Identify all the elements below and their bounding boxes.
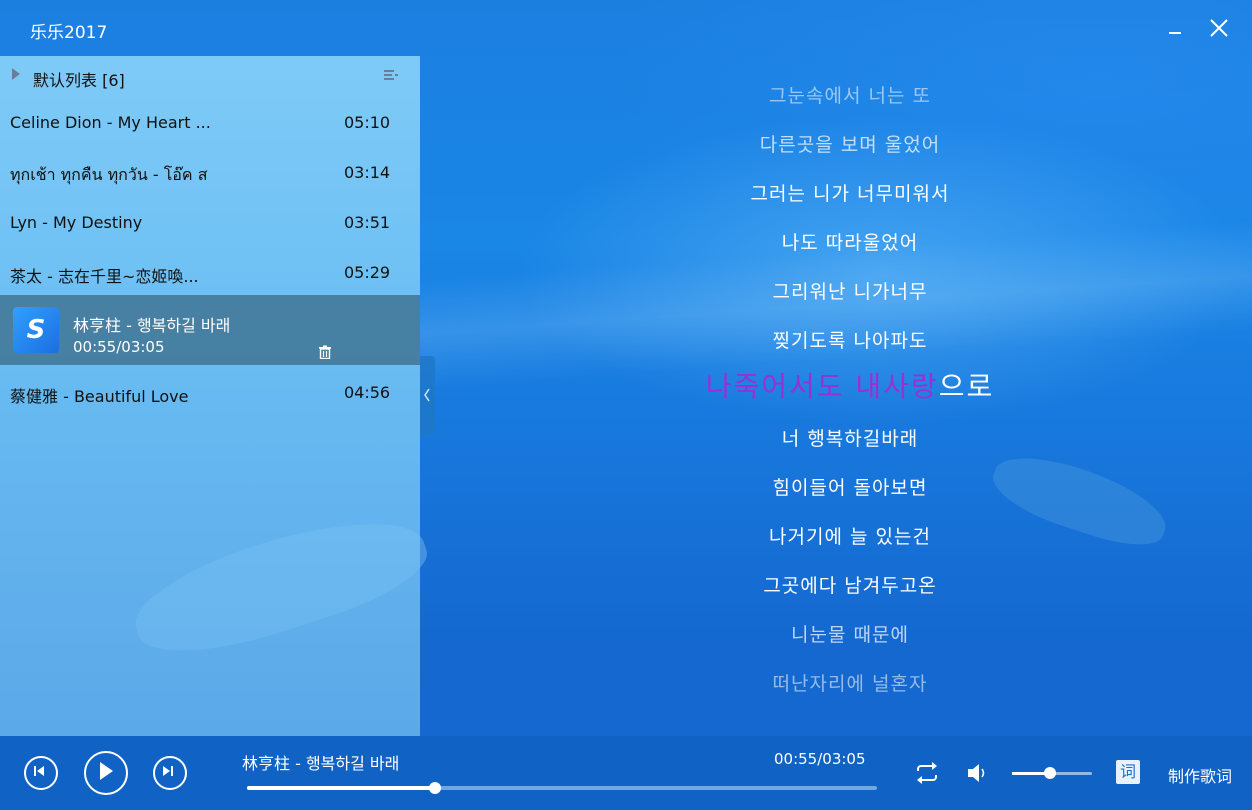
play-button[interactable]: [84, 751, 128, 795]
lyrics-toggle-button[interactable]: 词: [1116, 760, 1140, 784]
previous-button[interactable]: [24, 756, 58, 790]
lyric-line: 나거기에 늘 있는건: [769, 526, 931, 548]
next-button[interactable]: [153, 756, 187, 790]
track-duration: 03:51: [344, 213, 391, 232]
playlist-track[interactable]: 蔡健雅 - Beautiful Love 04:56: [0, 367, 420, 417]
progress-bar[interactable]: [247, 782, 877, 794]
active-track-name: 林亨柱 - 행복하길 바래: [73, 316, 231, 335]
now-playing-time: 00:55/03:05: [774, 750, 866, 768]
lyrics-panel: 그눈속에서 너는 또 다른곳을 보며 울었어 그러는 니가 너무미워서 나도 따…: [460, 75, 1240, 715]
minimize-button[interactable]: [1160, 14, 1188, 42]
track-duration: 03:14: [344, 163, 391, 182]
track-duration: 04:56: [344, 383, 391, 402]
lyric-line: 다른곳을 보며 울었어: [759, 134, 941, 156]
volume-slider[interactable]: [1012, 767, 1092, 779]
lyric-line: 나도 따라울었어: [781, 232, 919, 254]
current-lyric-sung: 나죽어서도 내사랑: [705, 370, 939, 403]
close-button[interactable]: [1205, 14, 1233, 42]
progress-handle[interactable]: [429, 782, 442, 794]
lyric-line: 그러는 니가 너무미워서: [750, 183, 950, 205]
play-icon: [100, 762, 113, 780]
volume-handle[interactable]: [1044, 767, 1057, 779]
track-name: ทุกเช้า ทุกคืน ทุกวัน - โอ๊ค ส: [10, 165, 208, 184]
current-lyric-line: 나죽어서도 내사랑으로: [460, 365, 1240, 405]
playlist-track[interactable]: Celine Dion - My Heart ... 05:10: [0, 97, 420, 147]
track-name: Lyn - My Destiny: [10, 213, 143, 232]
playlist-track[interactable]: Lyn - My Destiny 03:51: [0, 197, 420, 247]
lyric-line: 그리워난 니가너무: [772, 281, 928, 303]
playlist-header[interactable]: 默认列表 [6]: [0, 56, 420, 96]
chevron-left-icon: [424, 388, 430, 402]
lyric-line: 너 행복하길바래: [781, 428, 919, 450]
skip-previous-icon: [34, 766, 44, 776]
track-name: 茶太 - 志在千里~恋姬喚...: [10, 267, 199, 286]
title-bar: 乐乐2017: [0, 0, 1252, 56]
lyric-line: 떠난자리에 널혼자: [772, 673, 928, 695]
lyric-line: 니눈물 때문에: [791, 624, 909, 646]
minimize-icon: [1169, 32, 1181, 34]
track-duration: 05:29: [344, 263, 391, 282]
app-logo-icon: S: [13, 307, 59, 353]
playlist-track-active[interactable]: S 林亨柱 - 행복하길 바래 00:55/03:05: [0, 295, 420, 365]
repeat-icon[interactable]: [914, 760, 940, 786]
close-icon: [1210, 19, 1228, 37]
control-bar: 林亨柱 - 행복하길 바래 00:55/03:05 词 制作歌词: [0, 736, 1252, 810]
app-title: 乐乐2017: [30, 23, 108, 43]
player-window: 乐乐2017 默认列表 [6] Celine Dion - My Heart .…: [0, 0, 1252, 810]
active-track-time: 00:55/03:05: [73, 338, 165, 356]
playlist-track[interactable]: 茶太 - 志在千里~恋姬喚... 05:29: [0, 247, 420, 297]
lyric-line: 찢기도록 나아파도: [772, 330, 928, 352]
track-duration: 05:10: [344, 113, 391, 132]
lyric-line: 힘이들어 돌아보면: [772, 477, 928, 499]
playlist-menu-icon[interactable]: [384, 70, 398, 82]
volume-icon[interactable]: [965, 760, 991, 786]
lyric-line: 그눈속에서 너는 또: [769, 85, 931, 107]
playlist-track[interactable]: ทุกเช้า ทุกคืน ทุกวัน - โอ๊ค ส 03:14: [0, 147, 420, 197]
skip-next-icon: [163, 766, 173, 776]
lyric-line: 그곳에다 남겨두고온: [763, 575, 937, 597]
collapse-playlist-handle[interactable]: [420, 356, 435, 434]
track-name: 蔡健雅 - Beautiful Love: [10, 387, 189, 406]
make-lyrics-button[interactable]: 制作歌词: [1168, 763, 1232, 787]
trash-icon[interactable]: [318, 345, 332, 359]
now-playing-title: 林亨柱 - 행복하길 바래: [242, 754, 400, 773]
progress-fill: [247, 786, 436, 790]
track-name: Celine Dion - My Heart ...: [10, 113, 211, 132]
playlist-panel: 默认列表 [6] Celine Dion - My Heart ... 05:1…: [0, 56, 420, 736]
expand-triangle-icon[interactable]: [12, 68, 20, 80]
current-lyric-unsung: 으로: [938, 370, 995, 403]
playlist-title: 默认列表 [6]: [33, 71, 125, 90]
